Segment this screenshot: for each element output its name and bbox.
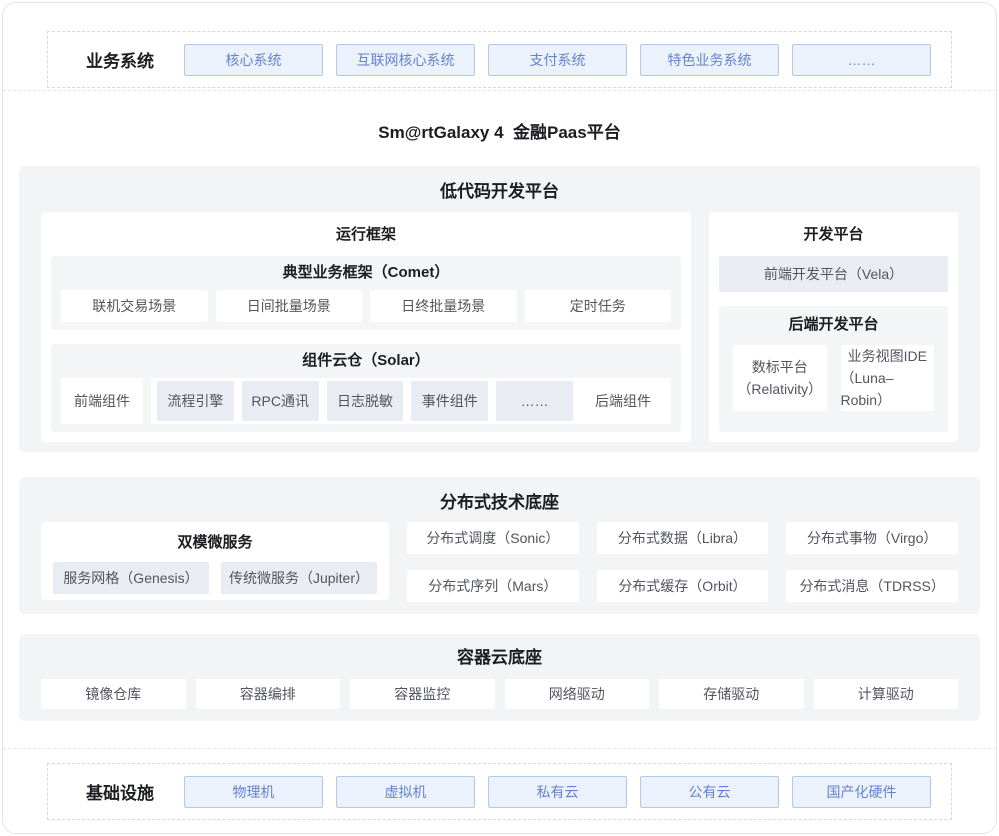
item-container-monitoring: 容器监控 <box>350 679 495 709</box>
dev-platform-panel: 开发平台 前端开发平台（Vela） 后端开发平台 数标平台 （Relativit… <box>709 212 958 442</box>
relativity-line1: 数标平台 <box>752 356 808 378</box>
item-storage-driver: 存储驱动 <box>659 679 804 709</box>
item-compute-driver: 计算驱动 <box>814 679 959 709</box>
container-base-box: 容器云底座 镜像仓库 容器编排 容器监控 网络驱动 存储驱动 计算驱动 <box>19 634 980 721</box>
item-internet-core-system: 互联网核心系统 <box>336 44 475 76</box>
item-traditional-microservice-jupiter: 传统微服务（Jupiter） <box>221 562 377 594</box>
solar-component-title: 组件云仓（Solar） <box>61 350 671 371</box>
luna-robin-line2: （Luna–Robin） <box>841 367 935 411</box>
distributed-base-title: 分布式技术底座 <box>41 491 958 515</box>
item-eod-batch-scene: 日终批量场景 <box>370 290 517 322</box>
lowcode-row: 运行框架 典型业务框架（Comet） 联机交易场景 日间批量场景 日终批量场景 … <box>41 212 958 442</box>
lowcode-platform-box: 低代码开发平台 运行框架 典型业务框架（Comet） 联机交易场景 日间批量场景… <box>19 166 980 452</box>
item-vela-frontend-platform: 前端开发平台（Vela） <box>719 256 948 292</box>
item-service-mesh-genesis: 服务网格（Genesis） <box>53 562 209 594</box>
item-process-engine: 流程引擎 <box>157 381 234 421</box>
item-rpc-communication: RPC通讯 <box>242 381 319 421</box>
item-distributed-cache-orbit: 分布式缓存（Orbit） <box>597 570 769 602</box>
item-scheduled-task: 定时任务 <box>525 290 672 322</box>
infrastructure-group: 基础设施 物理机 虚拟机 私有云 公有云 国产化硬件 <box>47 763 952 820</box>
item-physical-machine: 物理机 <box>184 776 323 808</box>
item-public-cloud: 公有云 <box>640 776 779 808</box>
container-base-items: 镜像仓库 容器编排 容器监控 网络驱动 存储驱动 计算驱动 <box>41 679 958 709</box>
infrastructure-items: 物理机 虚拟机 私有云 公有云 国产化硬件 <box>184 776 931 808</box>
infrastructure-label: 基础设施 <box>86 779 154 804</box>
distributed-base-box: 分布式技术底座 双模微服务 服务网格（Genesis） 传统微服务（Jupite… <box>19 477 980 614</box>
comet-items: 联机交易场景 日间批量场景 日终批量场景 定时任务 <box>61 290 671 322</box>
business-systems-label: 业务系统 <box>86 47 154 72</box>
page-title: Sm@rtGalaxy 4 金融Paas平台 <box>3 121 996 145</box>
item-frontend-components: 前端组件 <box>61 378 143 424</box>
item-special-business-system: 特色业务系统 <box>640 44 779 76</box>
item-image-registry: 镜像仓库 <box>41 679 186 709</box>
lowcode-platform-title: 低代码开发平台 <box>41 180 958 204</box>
item-more-components: …… <box>496 381 573 421</box>
backend-dev-items: 数标平台 （Relativity） 业务视图IDE （Luna–Robin） <box>733 345 934 411</box>
comet-framework-title: 典型业务框架（Comet） <box>61 262 671 283</box>
item-luna-robin-ide: 业务视图IDE （Luna–Robin） <box>841 345 935 411</box>
comet-framework-panel: 典型业务框架（Comet） 联机交易场景 日间批量场景 日终批量场景 定时任务 <box>51 256 681 330</box>
diagram-frame: 业务系统 核心系统 互联网核心系统 支付系统 特色业务系统 …… Sm@rtGa… <box>2 2 997 834</box>
luna-robin-line1: 业务视图IDE <box>848 345 927 367</box>
item-container-orchestration: 容器编排 <box>196 679 341 709</box>
item-distributed-sequence-mars: 分布式序列（Mars） <box>407 570 579 602</box>
item-log-masking: 日志脱敏 <box>327 381 404 421</box>
solar-chips-card: 流程引擎 RPC通讯 日志脱敏 事件组件 …… 后端组件 <box>151 378 671 424</box>
business-systems-band: 业务系统 核心系统 互联网核心系统 支付系统 特色业务系统 …… <box>3 3 996 91</box>
business-systems-items: 核心系统 互联网核心系统 支付系统 特色业务系统 …… <box>184 44 931 76</box>
item-more-systems: …… <box>792 44 931 76</box>
dual-mode-microservice-panel: 双模微服务 服务网格（Genesis） 传统微服务（Jupiter） <box>41 522 389 600</box>
item-distributed-data-libra: 分布式数据（Libra） <box>597 522 769 554</box>
item-online-trading-scene: 联机交易场景 <box>61 290 208 322</box>
backend-dev-panel: 后端开发平台 数标平台 （Relativity） 业务视图IDE （Luna–R… <box>719 306 948 432</box>
item-distributed-transaction-virgo: 分布式事物（Virgo） <box>786 522 958 554</box>
item-event-components: 事件组件 <box>411 381 488 421</box>
distributed-services-grid: 分布式调度（Sonic） 分布式数据（Libra） 分布式事物（Virgo） 分… <box>407 522 958 602</box>
dev-platform-title: 开发平台 <box>719 224 948 246</box>
relativity-line2: （Relativity） <box>737 378 822 400</box>
infrastructure-band: 基础设施 物理机 虚拟机 私有云 公有云 国产化硬件 <box>3 748 996 820</box>
item-backend-components: 后端组件 <box>581 391 665 411</box>
dual-mode-title: 双模微服务 <box>53 532 377 554</box>
solar-items: 前端组件 流程引擎 RPC通讯 日志脱敏 事件组件 …… 后端组件 <box>61 378 671 424</box>
dual-mode-items: 服务网格（Genesis） 传统微服务（Jupiter） <box>53 562 377 594</box>
item-payment-system: 支付系统 <box>488 44 627 76</box>
distributed-row: 双模微服务 服务网格（Genesis） 传统微服务（Jupiter） 分布式调度… <box>41 522 958 602</box>
backend-dev-title: 后端开发平台 <box>733 314 934 335</box>
item-distributed-scheduling-sonic: 分布式调度（Sonic） <box>407 522 579 554</box>
item-relativity-platform: 数标平台 （Relativity） <box>733 345 827 411</box>
item-virtual-machine: 虚拟机 <box>336 776 475 808</box>
item-distributed-message-tdrss: 分布式消息（TDRSS） <box>786 570 958 602</box>
item-intraday-batch-scene: 日间批量场景 <box>216 290 363 322</box>
container-base-title: 容器云底座 <box>41 646 958 670</box>
solar-component-panel: 组件云仓（Solar） 前端组件 流程引擎 RPC通讯 日志脱敏 事件组件 ……… <box>51 344 681 432</box>
runtime-framework-panel: 运行框架 典型业务框架（Comet） 联机交易场景 日间批量场景 日终批量场景 … <box>41 212 691 442</box>
runtime-framework-title: 运行框架 <box>51 224 681 246</box>
item-domestic-hardware: 国产化硬件 <box>792 776 931 808</box>
item-private-cloud: 私有云 <box>488 776 627 808</box>
business-systems-group: 业务系统 核心系统 互联网核心系统 支付系统 特色业务系统 …… <box>47 31 952 88</box>
item-core-system: 核心系统 <box>184 44 323 76</box>
item-network-driver: 网络驱动 <box>505 679 650 709</box>
